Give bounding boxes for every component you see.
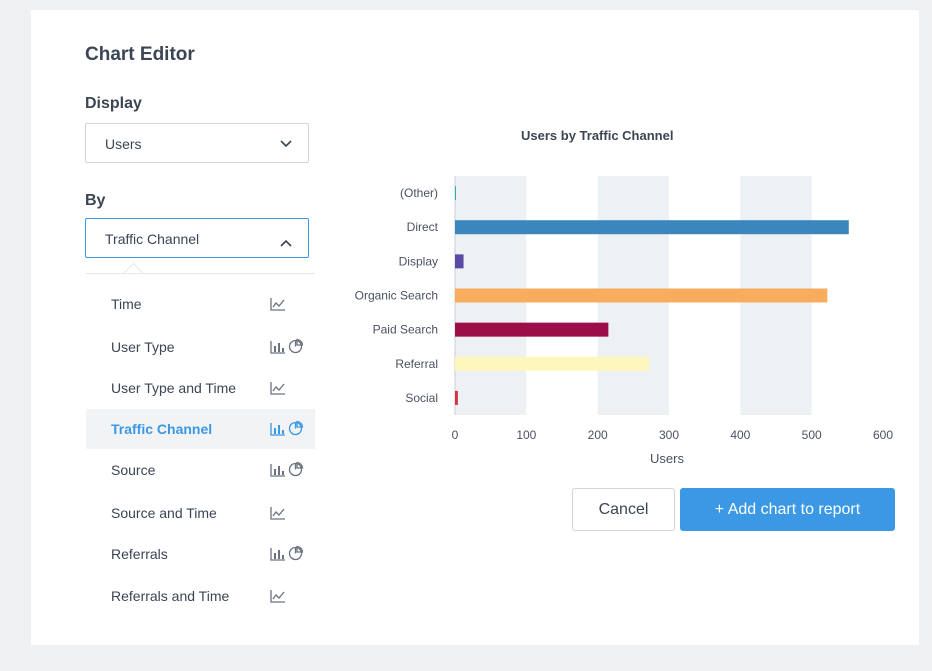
x-tick-label: 500 [802,428,822,442]
bar-display [455,254,464,269]
bar-direct [455,220,849,235]
bar-referral [455,356,650,371]
y-tick-label: Organic Search [355,289,438,303]
y-tick-label: Display [399,254,438,268]
bar-paid-search [455,322,609,337]
x-tick-label: 600 [873,428,893,442]
bar-organic-search [455,288,828,303]
bar-social [455,390,458,405]
y-tick-label: Paid Search [373,323,438,337]
x-tick-label: 200 [588,428,608,442]
bar-other [455,186,456,201]
y-tick-label: Social [405,391,438,405]
cancel-button[interactable]: Cancel [572,488,675,531]
x-tick-label: 100 [516,428,536,442]
x-axis-title: Users [650,451,684,466]
x-tick-label: 300 [659,428,679,442]
y-tick-label: (Other) [400,186,438,200]
x-tick-label: 400 [730,428,750,442]
y-tick-label: Direct [407,220,439,234]
bar-chart: (Other) Direct Display Organic Search Paid S… [355,176,893,466]
add-chart-to-report-button[interactable]: + Add chart to report [680,488,895,531]
y-tick-label: Referral [395,357,438,371]
x-tick-label: 0 [452,428,459,442]
